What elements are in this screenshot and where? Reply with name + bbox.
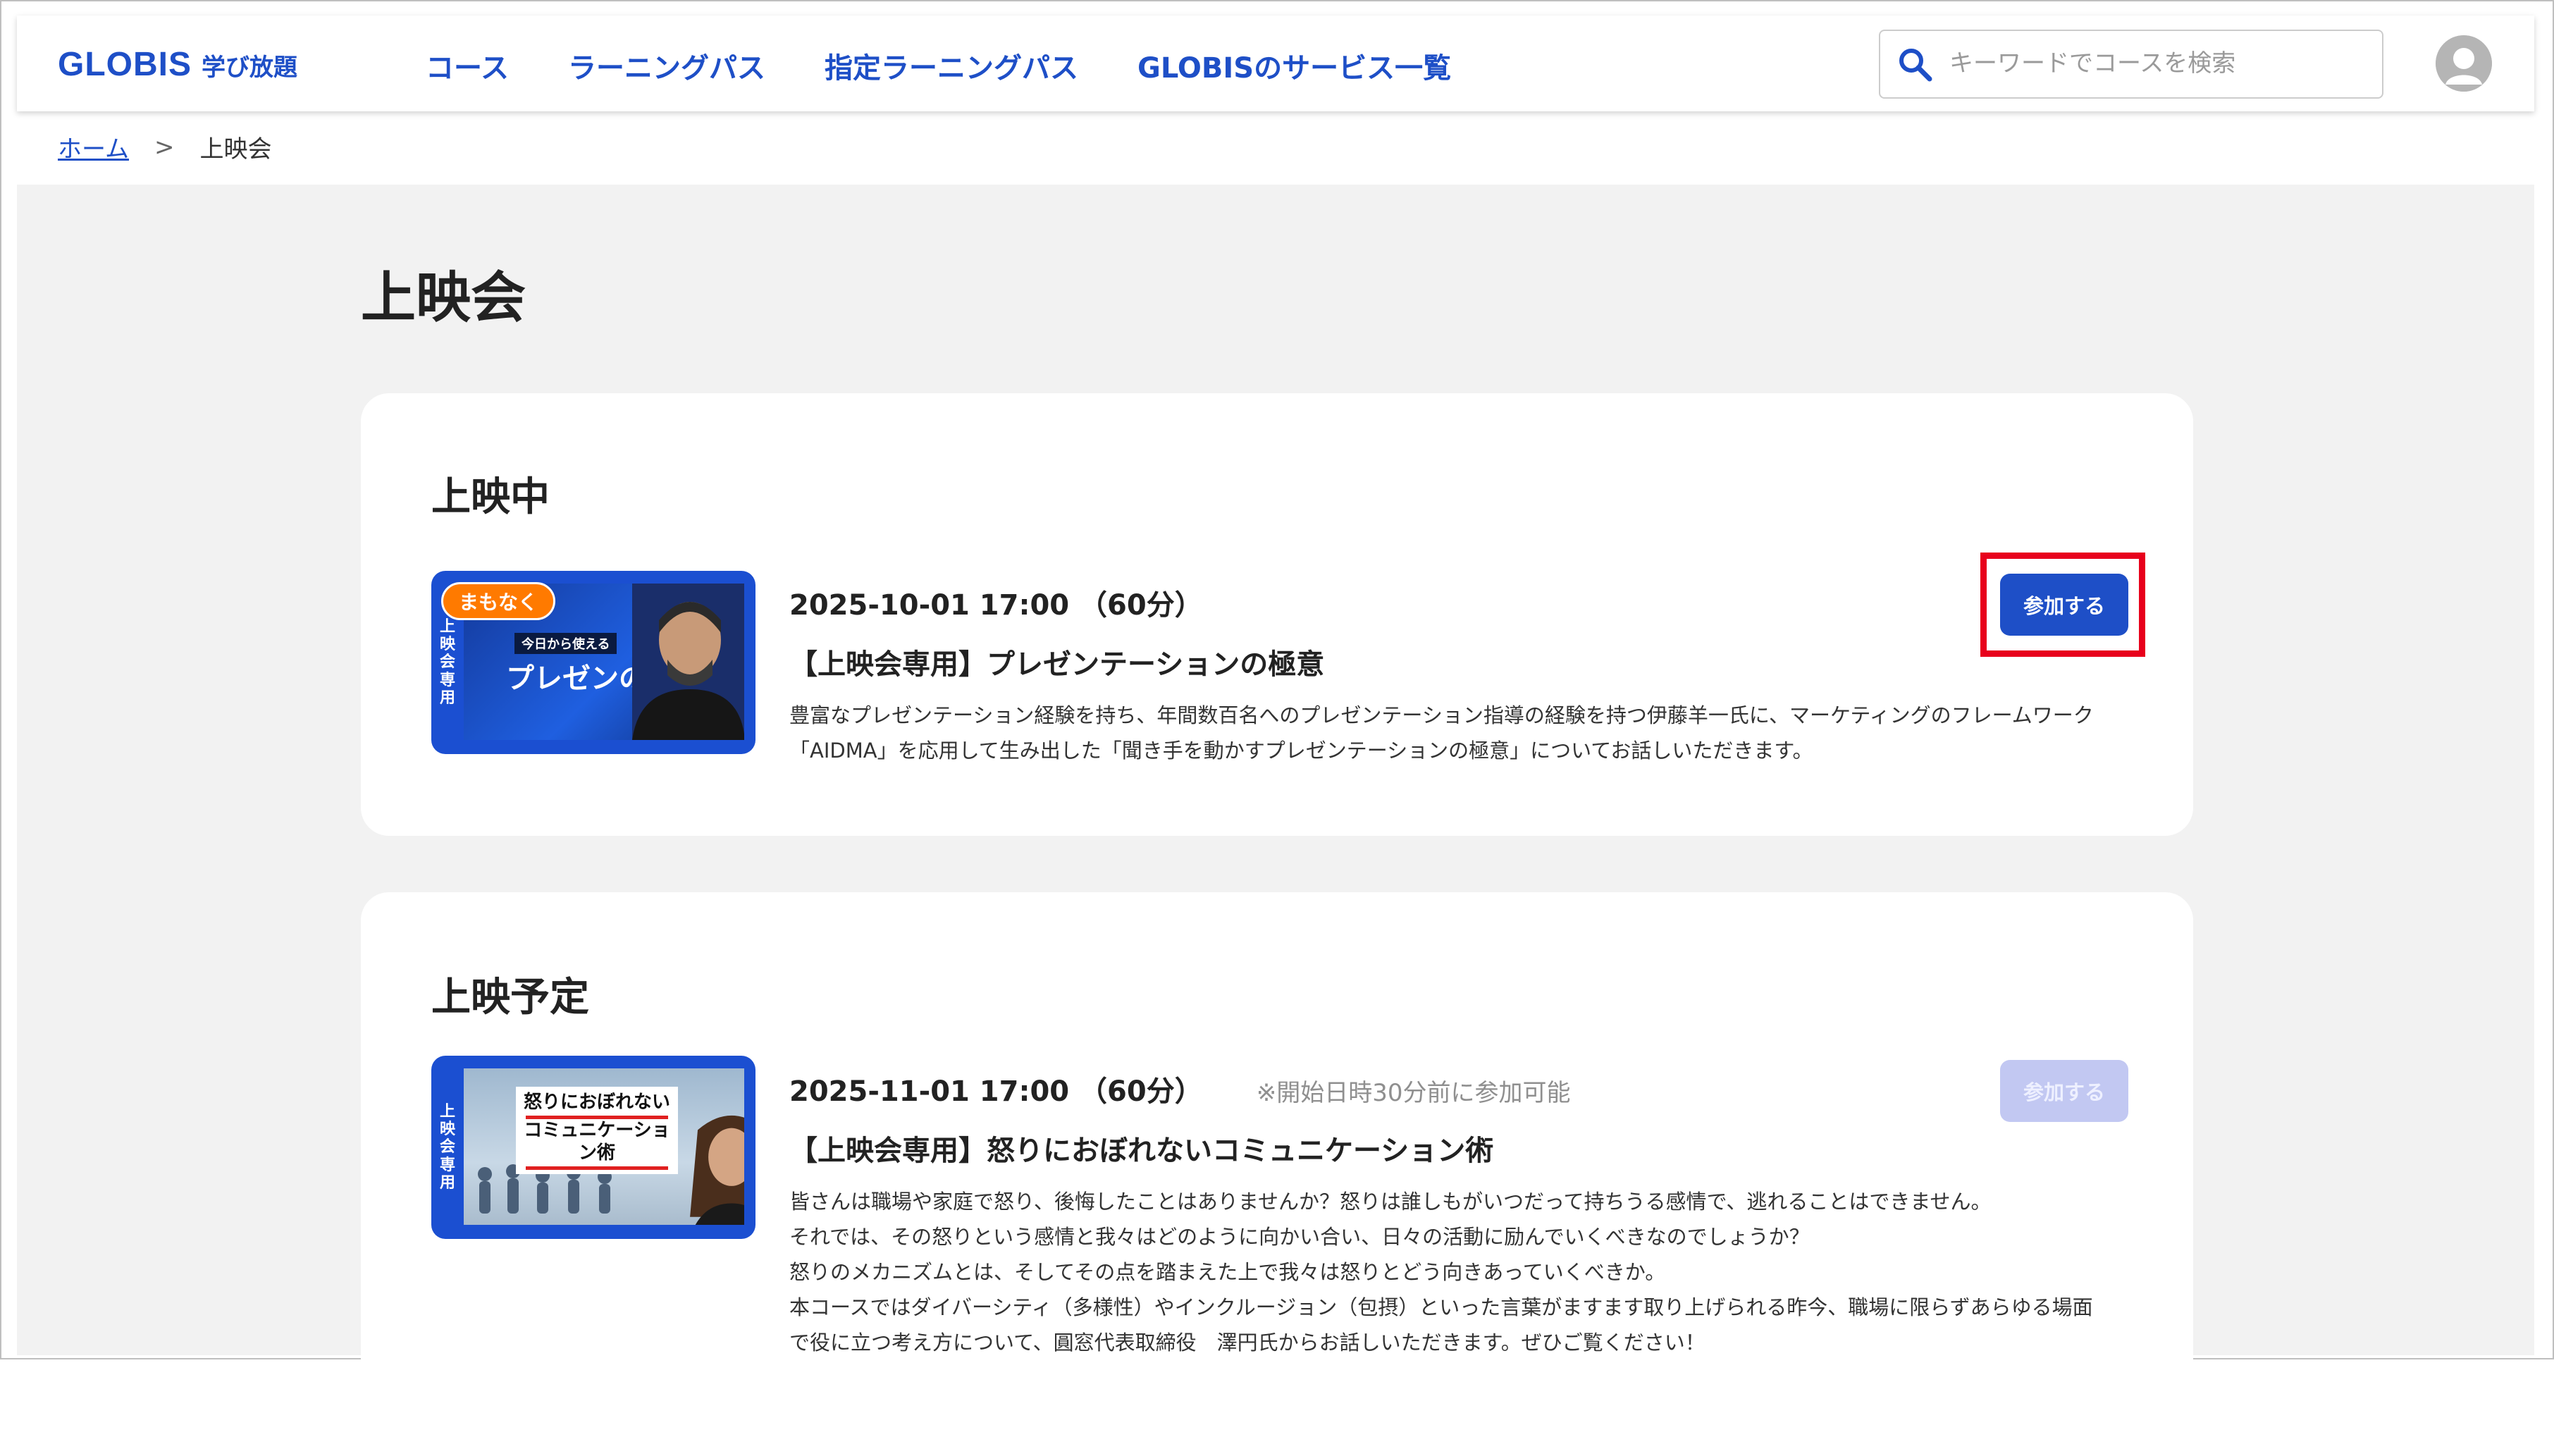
nav-item-learning-paths[interactable]: ラーニングパス [568,45,765,86]
user-avatar-icon [2436,35,2492,92]
description-line: 本コースではダイバーシティ（多様性）やインクルージョン（包摂）といった言葉がます… [789,1295,2093,1319]
headline-line: 怒りにおぼれない [523,1092,670,1113]
user-avatar[interactable] [2436,35,2492,92]
headline-line: コミュニケーション術 [524,1119,670,1164]
nav-item-assigned-learning-paths[interactable]: 指定ラーニングパス [825,45,1078,86]
breadcrumb-current: 上映会 [199,135,272,164]
globis-logo[interactable]: GLOBIS 学び放題 [58,45,297,84]
now-showing-card: 上映中 上 映 会 専 用 今日から使える プレゼンの極意 まもなく 2025-… [361,393,2193,836]
upcoming-card: 上映予定 上 映 会 専 用 怒りにおぼれない コミュニケーション術 2025-… [361,892,2193,1456]
thumbnail-headline: 怒りにおぼれない コミュニケーション術 [516,1087,678,1174]
event-title[interactable]: 【上映会専用】プレゼンテーションの極意 [789,641,2149,682]
logo-subtitle: 学び放題 [202,54,298,82]
event-thumbnail[interactable]: 上 映 会 専 用 今日から使える プレゼンの極意 まもなく [431,571,755,754]
nav-item-courses[interactable]: コース [426,45,509,86]
description-line: 皆さんは職場や家庭で怒り、後悔したことはありませんか？怒りは誰しもがいつだって持… [789,1190,1992,1214]
side-label-char: 用 [439,1173,455,1192]
speaker-photo [690,1116,744,1225]
description-line: で役に立つ考え方について、圓窓代表取締役 澤円氏からお話しいただきます。ぜひご覧… [789,1331,1705,1355]
event-datetime: 2025-10-01 17:00 （60分） [789,589,1203,622]
headline-underline [526,1115,668,1119]
event-details: 2025-10-01 17:00 （60分） 【上映会専用】プレゼンテーションの… [789,582,2149,768]
headline-underline [526,1166,668,1170]
page-title: 上映会 [361,266,526,330]
main-nav: コース ラーニングパス 指定ラーニングパス GLOBISのサービス一覧 [426,45,1451,86]
event-thumbnail[interactable]: 上 映 会 専 用 怒りにおぼれない コミュニケーション術 [431,1056,755,1239]
event-details: 2025-11-01 17:00 （60分） ※開始日時30分前に参加可能 【上… [789,1068,2149,1360]
side-label-char: 会 [439,1138,455,1156]
description-line: 「AIDMA」を応用して生み出した「聞き手を動かすプレゼンテーションの極意」につ… [789,739,1813,763]
thumbnail-tag: 今日から使える [514,633,617,654]
search-icon[interactable] [1896,45,1935,85]
logo-wordmark: GLOBIS [58,46,192,83]
breadcrumb-separator: > [154,132,175,161]
event-title[interactable]: 【上映会専用】怒りにおぼれないコミュニケーション術 [789,1128,2149,1168]
section-title-upcoming: 上映予定 [431,975,589,1020]
thumbnail-image: 怒りにおぼれない コミュニケーション術 [464,1068,744,1225]
description-line: 怒りのメカニズムとは、そしてその点を踏まえた上で我々は怒りとどう向きあっていくべ… [789,1260,1666,1284]
event-date-line: 2025-10-01 17:00 （60分） [789,582,2149,623]
event-description: 皆さんは職場や家庭で怒り、後悔したことはありませんか？怒りは誰しもがいつだって持… [789,1184,2149,1360]
side-label-char: 上 [439,1102,455,1121]
coming-soon-badge: まもなく [441,582,556,620]
side-label-char: 専 [439,671,455,689]
top-header: GLOBIS 学び放題 コース ラーニングパス 指定ラーニングパス GLOBIS… [17,16,2534,111]
side-label-char: 上 [439,617,455,636]
nav-item-globis-services[interactable]: GLOBISのサービス一覧 [1137,45,1451,86]
section-title-now-showing: 上映中 [431,474,550,520]
side-label-char: 専 [439,1156,455,1174]
event-description: 豊富なプレゼンテーション経験を持ち、年間数百名へのプレゼンテーション指導の経験を… [789,698,2149,768]
event-datetime: 2025-11-01 17:00 （60分） [789,1075,1203,1108]
search-box [1879,30,2383,99]
description-line: それでは、その怒りという感情と我々はどのように向かい合い、日々の活動に励んでいく… [789,1225,1810,1249]
join-button[interactable]: 参加する [2000,574,2128,636]
join-button-disabled[interactable]: 参加する [2000,1060,2128,1122]
search-input[interactable] [1948,41,2367,86]
main-content: 上映会 上映中 上 映 会 専 用 今日から使える プレゼンの極意 まもなく 2… [17,185,2534,1456]
description-line: 豊富なプレゼンテーション経験を持ち、年間数百名へのプレゼンテーション指導の経験を… [789,703,2094,727]
breadcrumb: ホーム > 上映会 [58,130,271,164]
join-availability-note: ※開始日時30分前に参加可能 [1256,1079,1571,1107]
speaker-photo [632,584,744,740]
side-label-char: 用 [439,689,455,707]
side-label-char: 映 [439,636,455,654]
event-date-line: 2025-11-01 17:00 （60分） ※開始日時30分前に参加可能 [789,1068,2149,1109]
side-label-char: 映 [439,1121,455,1139]
side-label-char: 会 [439,653,455,672]
thumbnail-side-label: 上 映 会 専 用 [431,1056,464,1239]
breadcrumb-home-link[interactable]: ホーム [58,130,129,164]
